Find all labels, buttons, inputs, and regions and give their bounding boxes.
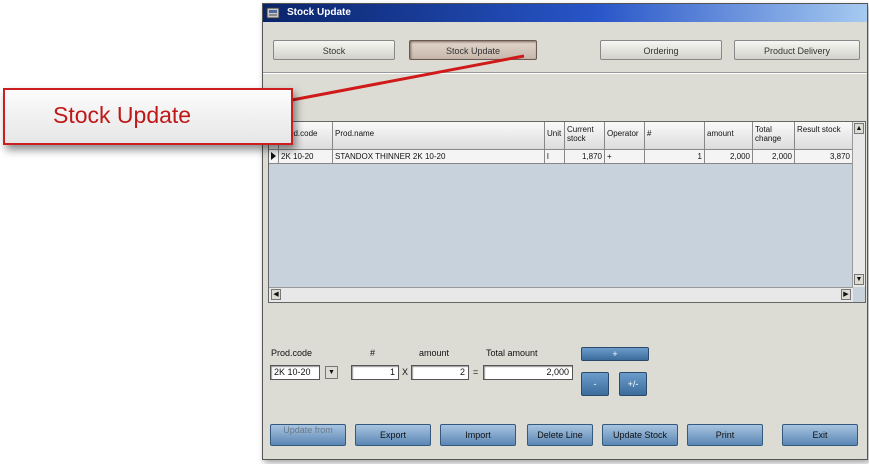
stock-update-callout: Stock Update <box>3 88 293 145</box>
callout-label: Stock Update <box>53 102 192 128</box>
callout-pointer-line <box>291 54 525 102</box>
